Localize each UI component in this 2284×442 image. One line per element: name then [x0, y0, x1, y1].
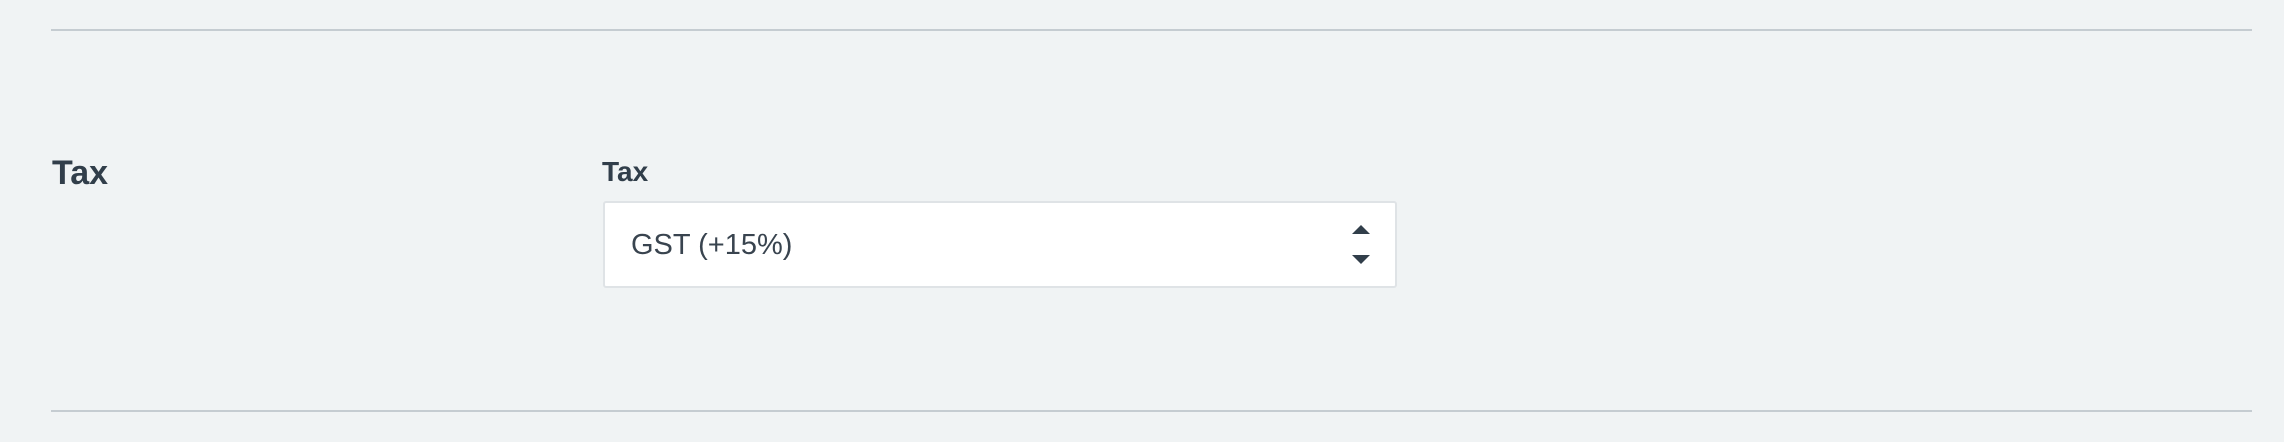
tax-select[interactable]: GST (+15%)	[603, 201, 1397, 288]
tax-select-value: GST (+15%)	[631, 229, 793, 261]
up-down-chevron-icon	[1350, 223, 1372, 267]
top-divider	[51, 29, 2252, 31]
section-title: Tax	[52, 154, 109, 192]
bottom-divider	[51, 410, 2252, 412]
tax-field-label: Tax	[602, 156, 649, 187]
